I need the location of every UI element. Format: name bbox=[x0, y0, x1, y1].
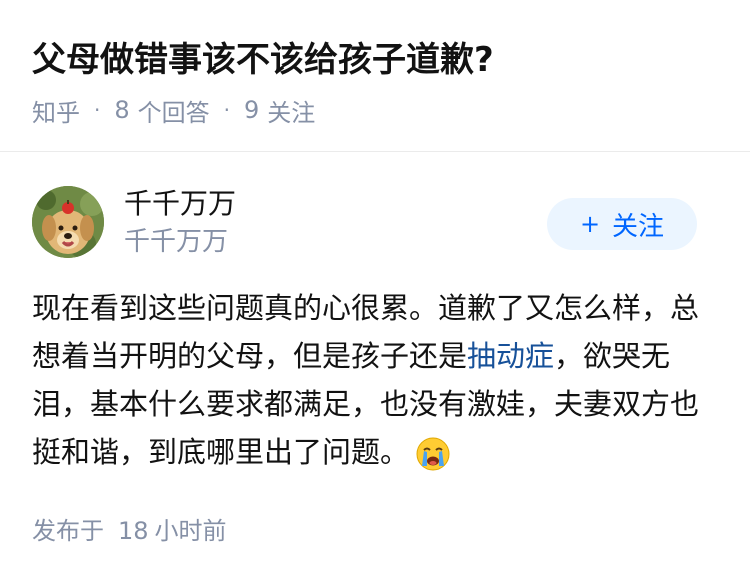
separator-dot: · bbox=[94, 98, 101, 122]
answers-label[interactable]: 个回答 bbox=[138, 93, 210, 128]
posted-number: 18 bbox=[118, 517, 149, 545]
answers-count: 8 bbox=[114, 96, 130, 124]
dog-avatar-image bbox=[32, 186, 104, 258]
question-meta: 知乎 · 8 个回答 · 9 关注 bbox=[32, 92, 315, 128]
followers-count: 9 bbox=[244, 96, 260, 124]
follow-button[interactable]: + 关注 bbox=[547, 198, 697, 250]
follow-label: 关注 bbox=[612, 211, 665, 242]
followers-label: 关注 bbox=[267, 98, 316, 127]
author-name[interactable]: 千千万万 bbox=[124, 184, 236, 224]
posted-suffix: 小时前 bbox=[154, 517, 227, 545]
answer-content: 现在看到这些问题真的心很累。道歉了又怎么样，总想着当开明的父母，但是孩子还是抽动… bbox=[32, 284, 722, 476]
author-row: 千千万万 千千万万 + 关注 bbox=[32, 184, 722, 264]
plus-icon: + bbox=[579, 210, 601, 238]
crying-face-emoji-icon bbox=[416, 437, 450, 471]
divider bbox=[0, 151, 750, 152]
posted-prefix: 发布于 bbox=[32, 517, 104, 545]
separator-dot: · bbox=[223, 98, 230, 122]
post-time: 发布于 18 小时前 bbox=[32, 514, 227, 548]
answer-keyword-link[interactable]: 抽动症 bbox=[467, 339, 554, 373]
question-title[interactable]: 父母做错事该不该给孩子道歉? bbox=[32, 36, 494, 84]
avatar[interactable] bbox=[32, 186, 104, 258]
question-header: 父母做错事该不该给孩子道歉? 知乎 · 8 个回答 · 9 关注 bbox=[0, 0, 750, 152]
source-label[interactable]: 知乎 bbox=[32, 93, 80, 128]
author-subtitle: 千千万万 bbox=[124, 227, 229, 257]
